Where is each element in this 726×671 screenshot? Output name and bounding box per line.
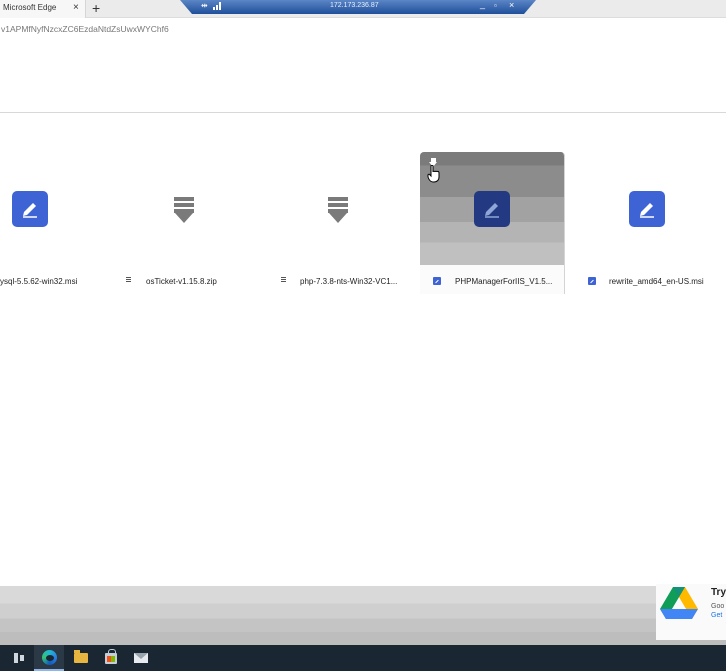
promo-band bbox=[0, 586, 726, 645]
file-explorer-icon bbox=[74, 650, 88, 663]
file-edit-icon[interactable] bbox=[12, 191, 48, 227]
file-name[interactable]: php-7.3.8-nts-Win32-VC1... bbox=[300, 277, 397, 286]
file-name[interactable]: osTicket-v1.15.8.zip bbox=[146, 277, 217, 286]
small-download-icon bbox=[126, 277, 131, 284]
promo-link[interactable]: Get bbox=[711, 612, 722, 619]
download-icon[interactable] bbox=[174, 197, 194, 225]
mail-icon bbox=[134, 653, 148, 663]
file-edit-icon[interactable] bbox=[629, 191, 665, 227]
small-download-icon bbox=[281, 277, 286, 284]
mail-button[interactable] bbox=[126, 645, 156, 671]
tab-title: Microsoft Edge bbox=[3, 3, 57, 12]
file-name[interactable]: PHPManagerForIIS_V1.5... bbox=[455, 277, 552, 286]
task-view-icon bbox=[14, 653, 24, 663]
edge-taskbar-button[interactable] bbox=[34, 645, 64, 671]
promo-text: Goo bbox=[711, 603, 725, 610]
browser-tab[interactable]: Microsoft Edge × bbox=[0, 0, 86, 18]
remote-restore-button[interactable]: ▫ bbox=[494, 1, 497, 10]
file-edit-icon[interactable] bbox=[474, 191, 510, 227]
file-name[interactable]: ysql-5.5.62-win32.msi bbox=[0, 277, 77, 286]
file-name[interactable]: rewrite_amd64_en-US.msi bbox=[609, 277, 704, 286]
taskbar bbox=[0, 645, 726, 671]
tab-close-button[interactable]: × bbox=[73, 1, 79, 15]
remote-host-address: 172.173.236.87 bbox=[330, 2, 379, 9]
signal-icon[interactable] bbox=[213, 2, 222, 10]
address-text: v1APMfNyfNzcxZC6EzdaNtdZsUwxWYChf6 bbox=[1, 24, 169, 34]
screen: Microsoft Edge × + ⇹ 172.173.236.87 _ ▫ … bbox=[0, 0, 726, 671]
promo-title: Try bbox=[711, 587, 726, 598]
hand-cursor-icon bbox=[427, 165, 440, 183]
small-file-icon bbox=[433, 277, 441, 285]
file-explorer-button[interactable] bbox=[66, 645, 96, 671]
task-view-button[interactable] bbox=[2, 645, 32, 671]
new-tab-button[interactable]: + bbox=[92, 0, 100, 16]
remote-connection-bar: ⇹ 172.173.236.87 _ ▫ × bbox=[180, 0, 536, 14]
store-icon bbox=[105, 649, 117, 664]
header-divider bbox=[0, 112, 726, 113]
store-button[interactable] bbox=[96, 645, 126, 671]
edge-icon bbox=[42, 650, 57, 665]
google-drive-icon bbox=[660, 587, 698, 619]
download-icon[interactable] bbox=[328, 197, 348, 225]
remote-close-button[interactable]: × bbox=[509, 0, 514, 10]
small-file-icon bbox=[588, 277, 596, 285]
remote-minimize-button[interactable]: _ bbox=[480, 0, 485, 9]
pin-icon[interactable]: ⇹ bbox=[201, 1, 208, 10]
